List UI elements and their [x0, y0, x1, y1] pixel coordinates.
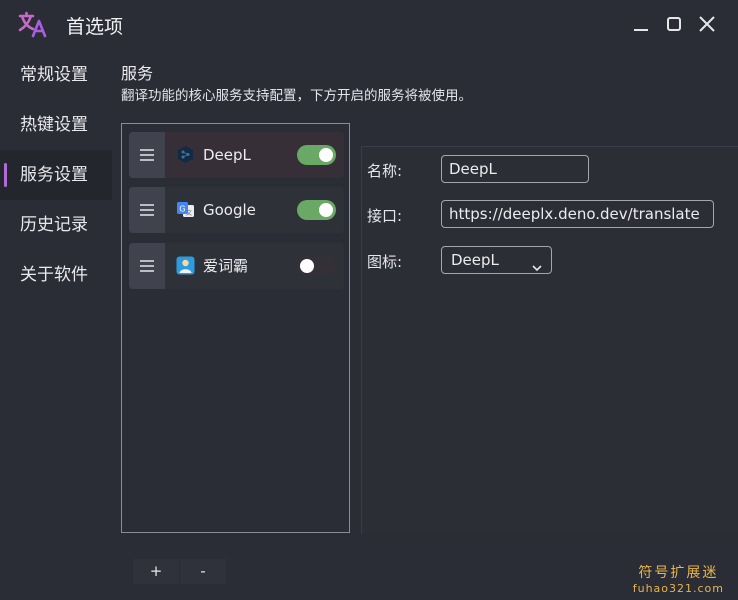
section-description: 翻译功能的核心服务支持配置，下方开启的服务将被使用。	[121, 88, 472, 104]
sidebar-item-label: 关于软件	[20, 265, 88, 285]
google-translate-icon: G 文	[176, 200, 195, 219]
minimize-icon[interactable]	[631, 14, 651, 34]
icon-select[interactable]: DeepL	[441, 246, 552, 274]
section-title: 服务	[121, 64, 154, 83]
sidebar-item-label: 历史记录	[20, 215, 88, 235]
remove-service-button[interactable]: -	[180, 559, 226, 584]
service-list: DeepL G 文 Google 爱词霸	[121, 123, 350, 533]
translate-logo-icon	[18, 10, 48, 38]
api-label: 接口:	[367, 207, 403, 225]
watermark-text: 符号扩展迷	[638, 565, 719, 581]
service-toggle[interactable]	[297, 256, 336, 276]
svg-text:G: G	[179, 205, 185, 214]
sidebar-item-about[interactable]: 关于软件	[0, 250, 112, 300]
chevron-down-icon	[531, 255, 543, 272]
watermark: 符号扩展迷 fuhao321.com	[633, 562, 724, 595]
name-field[interactable]: DeepL	[441, 155, 589, 183]
icon-label: 图标:	[367, 253, 403, 271]
iciba-icon	[176, 256, 195, 275]
window-title: 首选项	[66, 16, 124, 38]
sidebar-item-services[interactable]: 服务设置	[0, 150, 112, 200]
drag-handle-icon[interactable]	[129, 243, 165, 289]
service-name: 爱词霸	[203, 257, 249, 275]
close-icon[interactable]	[697, 14, 717, 34]
title-bar: 首选项	[0, 0, 738, 48]
drag-handle-icon[interactable]	[129, 187, 165, 233]
service-toggle[interactable]	[297, 200, 336, 220]
sidebar-item-hotkeys[interactable]: 热键设置	[0, 100, 112, 150]
api-url-field[interactable]: https://deeplx.deno.dev/translate	[441, 200, 714, 228]
sidebar: 常规设置 热键设置 服务设置 历史记录 关于软件	[0, 50, 112, 300]
sidebar-item-label: 服务设置	[20, 165, 88, 185]
add-service-button[interactable]: +	[133, 559, 179, 584]
sidebar-item-history[interactable]: 历史记录	[0, 200, 112, 250]
service-item-deepl[interactable]: DeepL	[129, 132, 344, 178]
name-label: 名称:	[367, 162, 403, 180]
service-name: DeepL	[203, 146, 251, 164]
maximize-icon[interactable]	[664, 14, 684, 34]
icon-select-value: DeepL	[451, 251, 499, 269]
service-item-google[interactable]: G 文 Google	[129, 187, 344, 233]
service-item-iciba[interactable]: 爱词霸	[129, 243, 344, 289]
sidebar-item-label: 热键设置	[20, 115, 88, 135]
sidebar-item-general[interactable]: 常规设置	[0, 50, 112, 100]
deepl-icon	[176, 145, 195, 164]
watermark-url: fuhao321.com	[632, 582, 724, 595]
service-name: Google	[203, 201, 256, 219]
service-toggle[interactable]	[297, 145, 336, 165]
sidebar-item-label: 常规设置	[20, 65, 88, 85]
svg-text:文: 文	[186, 209, 192, 217]
drag-handle-icon[interactable]	[129, 132, 165, 178]
